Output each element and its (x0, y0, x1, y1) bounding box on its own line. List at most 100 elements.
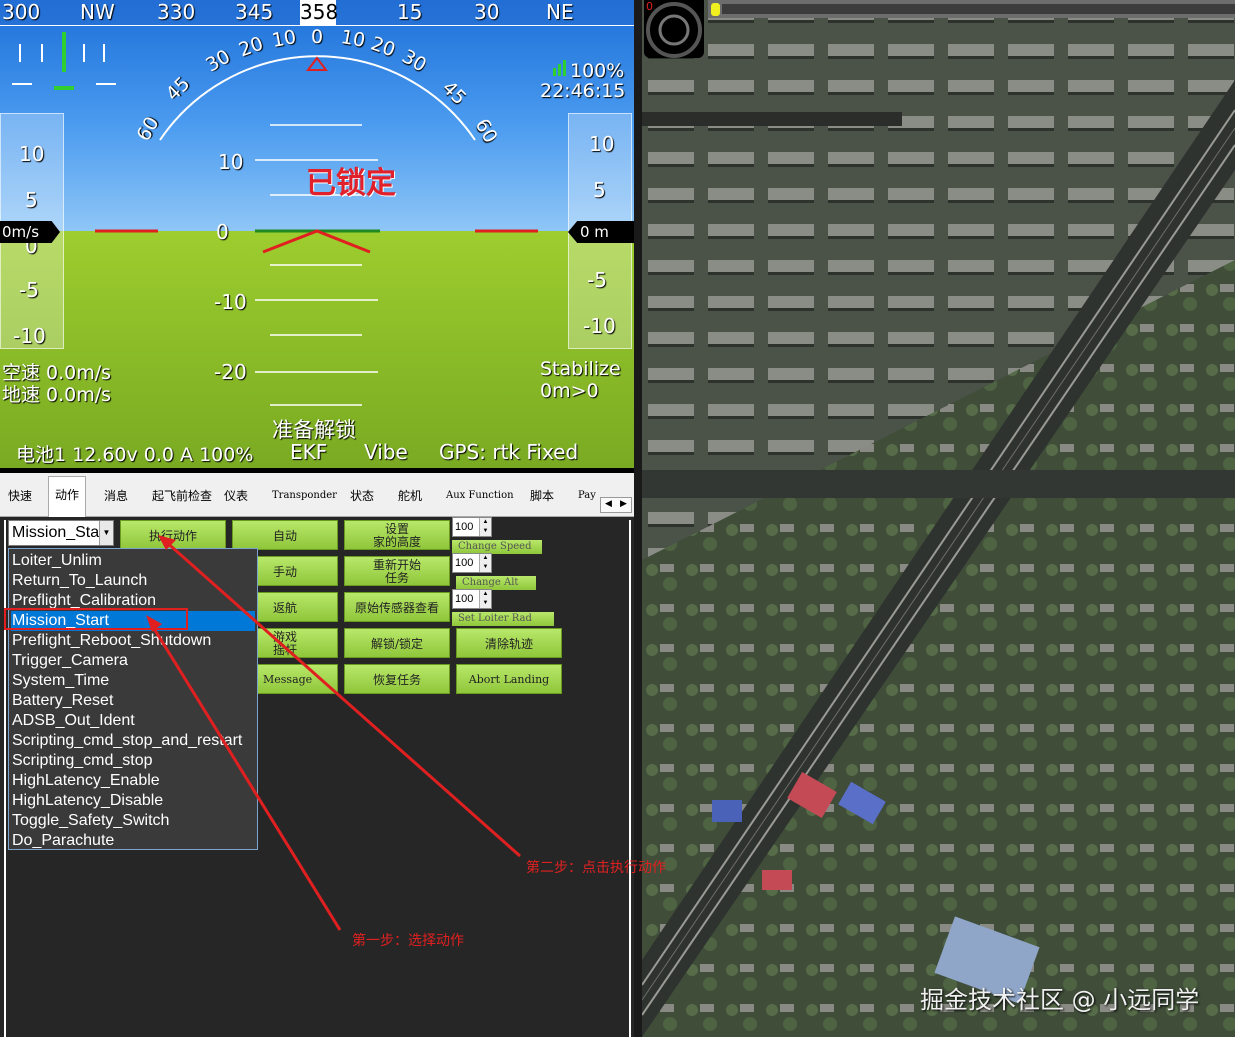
dropdown-option[interactable]: Toggle_Safety_Switch (11, 811, 255, 831)
watermark: 掘金技术社区 @ 小远同学 (920, 986, 1200, 1014)
satellite-map[interactable] (642, 0, 1235, 1037)
panel-splitter[interactable] (634, 0, 642, 1037)
tab-actions[interactable]: 动作 (48, 476, 87, 517)
spinner-arrows-icon[interactable]: ▲ ▼ (479, 554, 491, 572)
heading-tape: 300 NW 330 345 358 15 30 NE (0, 0, 634, 26)
restart-mission-line2: 任务 (384, 571, 409, 585)
tab-status[interactable]: 状态 (350, 481, 374, 517)
alt-tick: -5 (587, 268, 607, 292)
dropdown-option[interactable]: System_Time (11, 671, 255, 691)
tab-scripts[interactable]: 脚本 (530, 481, 554, 517)
set-home-alt-line2: 家的高度 (372, 535, 421, 549)
tab-bar: 快速 动作 消息 起飞前检查 仪表 Transponder 状态 舵机 Aux … (0, 473, 634, 517)
tab-messages[interactable]: 消息 (104, 481, 128, 517)
dropdown-option[interactable]: Loiter_Unlim (11, 551, 255, 571)
alt-target: 0m>0 (540, 380, 599, 402)
speed-spinner[interactable]: 100 ▲ ▼ (452, 517, 492, 537)
heading-label: 330 (157, 0, 196, 24)
pitch-label: 10 (218, 150, 244, 174)
set-home-alt-button[interactable]: 设置 家的高度 (344, 520, 450, 550)
alt-spinner[interactable]: 100 ▲ ▼ (452, 553, 492, 573)
action-select[interactable]: Mission_Sta ▼ (8, 520, 114, 546)
heading-label: 30 (474, 0, 500, 24)
roll-label: 0 (311, 26, 324, 48)
tab-payload[interactable]: Pay (578, 481, 596, 517)
clock-time: 22:46:15 (540, 80, 626, 102)
battery-status: 电池1 12.60v 0.0 A 100% (16, 444, 254, 466)
tab-preflight[interactable]: 起飞前检查 (152, 481, 212, 517)
speed-tick: -10 (13, 324, 46, 348)
map-compass-widget[interactable]: 0 (644, 0, 704, 58)
heading-current: 358 (300, 0, 339, 26)
speed-readout: 0m/s (0, 221, 60, 243)
auto-button[interactable]: 自动 (232, 520, 338, 550)
alt-tick: 5 (593, 178, 606, 202)
action-select-value: Mission_Sta (12, 524, 100, 541)
altitude-readout: 0 m (568, 221, 634, 243)
flight-mode: Stabilize (540, 358, 621, 380)
dropdown-option[interactable]: HighLatency_Disable (11, 791, 255, 811)
arm-disarm-button[interactable]: 解锁/锁定 (344, 628, 450, 658)
speed-tick: 10 (19, 142, 45, 166)
tab-gauges[interactable]: 仪表 (224, 481, 248, 517)
tab-transponder[interactable]: Transponder (272, 481, 337, 517)
speed-tick: 5 (25, 188, 38, 212)
signal-strength: 100% (570, 60, 625, 82)
action-dropdown-list: Loiter_Unlim Return_To_Launch Preflight_… (8, 548, 258, 850)
selection-highlight-box (4, 608, 188, 630)
raw-sensor-button[interactable]: 原始传感器查看 (344, 592, 450, 622)
chevron-right-icon[interactable]: ▶ (620, 499, 627, 509)
dropdown-option[interactable]: Trigger_Camera (11, 651, 255, 671)
spinner-arrows-icon[interactable]: ▲ ▼ (479, 518, 491, 536)
dropdown-option[interactable]: HighLatency_Enable (11, 771, 255, 791)
map-badge: 0 (646, 0, 653, 13)
tab-quick[interactable]: 快速 (8, 481, 32, 517)
dropdown-option[interactable]: ADSB_Out_Ident (11, 711, 255, 731)
dropdown-option[interactable]: Scripting_cmd_stop_and_restart (11, 731, 255, 751)
abort-landing-button[interactable]: Abort Landing (456, 664, 562, 694)
hud-panel: 300 NW 330 345 358 15 30 NE 60 45 30 20 … (0, 0, 634, 468)
chevron-down-icon[interactable]: ▼ (99, 521, 113, 545)
map-imagery (642, 0, 1235, 1037)
chevron-left-icon[interactable]: ◀ (605, 499, 612, 509)
dropdown-option[interactable]: Battery_Reset (11, 691, 255, 711)
pitch-label: -20 (214, 360, 247, 384)
dropdown-option[interactable]: Preflight_Reboot_Shutdown (11, 631, 255, 651)
ekf-status[interactable]: EKF (290, 440, 327, 464)
resume-mission-button[interactable]: 恢复任务 (344, 664, 450, 694)
change-alt-button[interactable]: Change Alt (456, 576, 536, 590)
clear-track-button[interactable]: 清除轨迹 (456, 628, 562, 658)
dropdown-option[interactable]: Scripting_cmd_stop (11, 751, 255, 771)
loiter-spinner-value: 100 (455, 593, 474, 605)
alt-tick: -10 (583, 314, 616, 338)
heading-label: NE (546, 0, 574, 24)
spinner-arrows-icon[interactable]: ▲ ▼ (479, 590, 491, 608)
map-slider-track[interactable] (722, 4, 1235, 14)
roll-label: 10 (339, 26, 367, 52)
change-speed-button[interactable]: Change Speed (452, 540, 542, 554)
tab-scroll-arrows[interactable]: ◀ ▶ (600, 497, 632, 513)
compass-rose-icon (646, 2, 702, 58)
annotation-step2: 第二步：点击执行动作 (526, 860, 666, 876)
speed-spinner-value: 100 (455, 521, 474, 533)
dropdown-option[interactable]: Do_Parachute (11, 831, 255, 851)
annotation-step1: 第一步：选择动作 (352, 933, 464, 949)
do-action-button[interactable]: 执行动作 (120, 520, 226, 550)
heading-label: NW (80, 0, 115, 24)
loiter-radius-spinner[interactable]: 100 ▲ ▼ (452, 589, 492, 609)
alt-tick: 10 (589, 132, 615, 156)
pitch-label: -10 (214, 290, 247, 314)
tab-servo[interactable]: 舵机 (398, 481, 422, 517)
restart-mission-button[interactable]: 重新开始 任务 (344, 556, 450, 586)
tab-aux-function[interactable]: Aux Function (446, 481, 514, 517)
alt-spinner-value: 100 (455, 557, 474, 569)
dropdown-option[interactable]: Return_To_Launch (11, 571, 255, 591)
heading-label: 300 (2, 0, 41, 24)
vibe-status[interactable]: Vibe (364, 440, 408, 464)
set-loiter-rad-button[interactable]: Set Loiter Rad (452, 612, 554, 626)
gps-status: GPS: rtk Fixed (439, 440, 579, 464)
roll-label: 10 (270, 26, 298, 52)
heading-label: 15 (397, 0, 423, 24)
pitch-label: 0 (216, 220, 229, 244)
map-slider-handle[interactable] (711, 3, 720, 16)
